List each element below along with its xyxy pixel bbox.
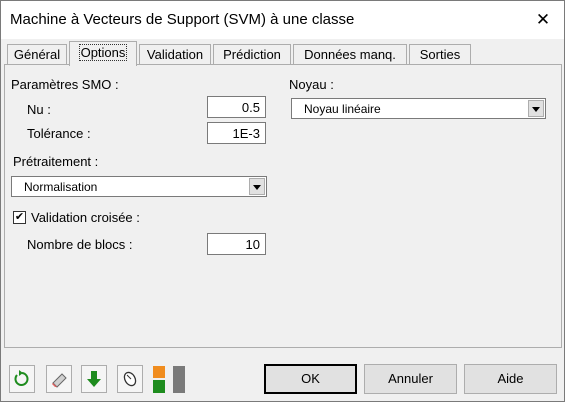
preprocessing-label: Prétraitement : bbox=[13, 154, 99, 169]
kernel-value: Noyau linéaire bbox=[304, 102, 381, 116]
title-bar: Machine à Vecteurs de Support (SVM) à un… bbox=[1, 1, 564, 39]
chevron-down-icon[interactable] bbox=[249, 178, 265, 195]
kernel-select[interactable]: Noyau linéaire bbox=[291, 98, 546, 119]
layout-toggle-button[interactable] bbox=[152, 365, 186, 394]
blocks-label: Nombre de blocs : bbox=[27, 237, 133, 252]
eraser-icon bbox=[52, 373, 67, 388]
clear-button[interactable] bbox=[46, 365, 72, 393]
tab-outputs[interactable]: Sorties bbox=[409, 44, 471, 65]
cross-validation-label: Validation croisée : bbox=[31, 210, 140, 225]
cross-validation-checkbox[interactable]: ✔ bbox=[13, 211, 26, 224]
tab-prediction[interactable]: Prédiction bbox=[213, 44, 291, 65]
footer-bar: OK Annuler Aide bbox=[1, 358, 564, 401]
tab-general[interactable]: Général bbox=[7, 44, 67, 65]
selection-mode-button[interactable] bbox=[117, 365, 143, 393]
nu-input[interactable]: 0.5 bbox=[207, 96, 266, 118]
layout-toggle-icon bbox=[153, 366, 185, 393]
ok-button[interactable]: OK bbox=[264, 364, 357, 394]
close-button[interactable]: ✕ bbox=[529, 8, 557, 32]
tab-outputs-label: Sorties bbox=[419, 47, 461, 62]
cancel-button[interactable]: Annuler bbox=[364, 364, 457, 394]
blocks-input[interactable]: 10 bbox=[207, 233, 266, 255]
tolerance-label: Tolérance : bbox=[27, 126, 91, 141]
options-panel: Paramètres SMO : Nu : 0.5 Tolérance : 1E… bbox=[4, 64, 562, 348]
down-arrow-icon bbox=[87, 371, 101, 387]
mouse-icon bbox=[123, 371, 137, 387]
tolerance-input[interactable]: 1E-3 bbox=[207, 122, 266, 144]
tab-strip: Général Options Validation Prédiction Do… bbox=[1, 39, 564, 66]
dialog-window: Machine à Vecteurs de Support (SVM) à un… bbox=[0, 0, 565, 402]
window-title: Machine à Vecteurs de Support (SVM) à un… bbox=[10, 11, 355, 28]
tab-options[interactable]: Options bbox=[69, 41, 137, 66]
reset-button[interactable] bbox=[9, 365, 35, 393]
move-down-button[interactable] bbox=[81, 365, 107, 393]
tab-validation-label: Validation bbox=[146, 47, 204, 62]
reset-icon bbox=[14, 370, 29, 386]
help-button[interactable]: Aide bbox=[464, 364, 557, 394]
tab-validation[interactable]: Validation bbox=[139, 44, 211, 65]
tab-missing-data[interactable]: Données manq. bbox=[293, 44, 407, 65]
preprocessing-select[interactable]: Normalisation bbox=[11, 176, 267, 197]
kernel-label: Noyau : bbox=[289, 77, 334, 92]
tab-general-label: Général bbox=[13, 47, 61, 62]
preprocessing-value: Normalisation bbox=[24, 180, 98, 194]
chevron-down-icon[interactable] bbox=[528, 100, 544, 117]
tab-options-label: Options bbox=[78, 44, 128, 61]
tab-missing-data-label: Données manq. bbox=[304, 47, 396, 62]
smo-params-label: Paramètres SMO : bbox=[11, 77, 119, 92]
nu-label: Nu : bbox=[27, 102, 51, 117]
tab-prediction-label: Prédiction bbox=[223, 47, 281, 62]
